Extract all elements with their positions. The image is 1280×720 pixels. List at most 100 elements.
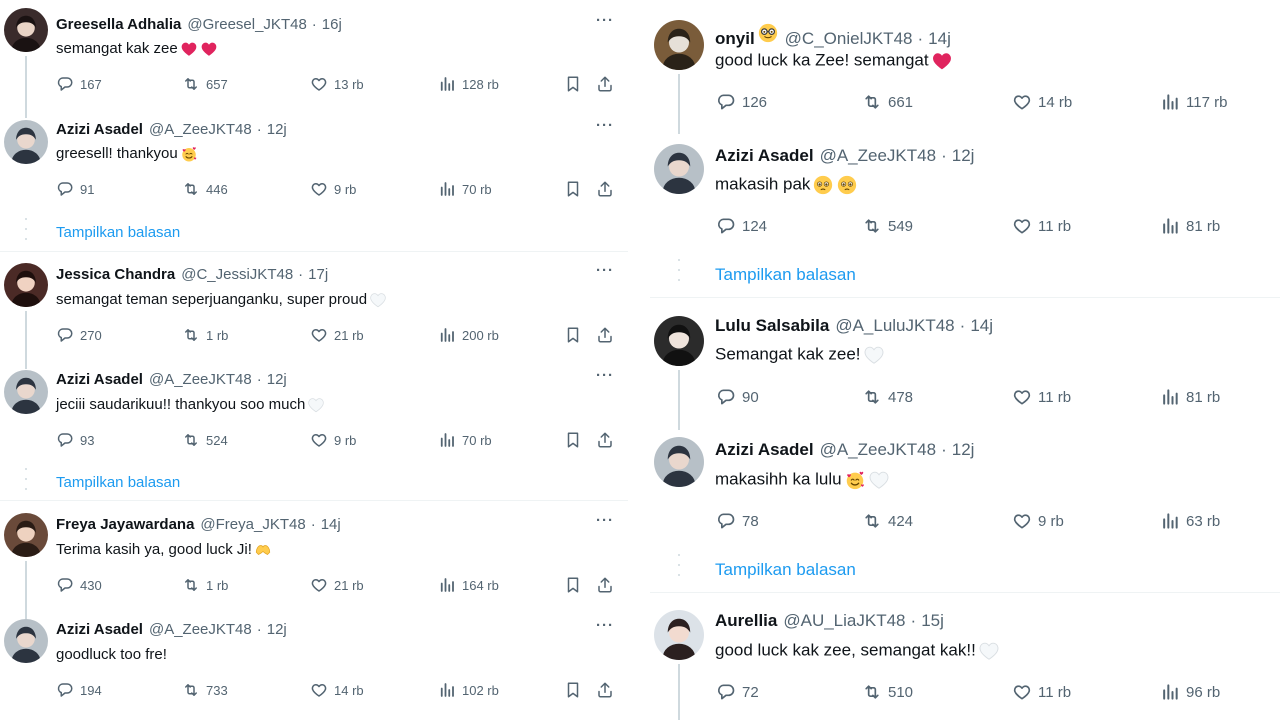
avatar[interactable] xyxy=(4,263,48,307)
retweet-button[interactable]: 661 xyxy=(862,92,913,112)
more-icon[interactable]: ··· xyxy=(596,367,614,384)
tweet[interactable]: onyil @C_OnielJKT48 · 14j good luck ka Zee! … xyxy=(650,0,1280,134)
views-button[interactable]: 128 rb xyxy=(438,75,499,93)
like-button[interactable]: 13 rb xyxy=(310,75,364,93)
timestamp[interactable]: 17j xyxy=(308,266,328,283)
like-button[interactable]: 14 rb xyxy=(310,681,364,699)
like-button[interactable]: 21 rb xyxy=(310,326,364,344)
bookmark-button[interactable] xyxy=(564,681,582,699)
like-button[interactable]: 21 rb xyxy=(310,576,364,594)
timestamp[interactable]: 12j xyxy=(952,146,975,166)
views-button[interactable]: 63 rb xyxy=(1160,511,1220,531)
handle[interactable]: @A_ZeeJKT48 xyxy=(149,371,252,388)
avatar[interactable] xyxy=(654,144,704,194)
bookmark-button[interactable] xyxy=(564,576,582,594)
display-name[interactable]: Jessica Chandra xyxy=(56,266,175,283)
share-button[interactable] xyxy=(596,431,614,449)
timestamp[interactable]: 16j xyxy=(322,16,342,33)
share-button[interactable] xyxy=(596,75,614,93)
views-button[interactable]: 164 rb xyxy=(438,576,499,594)
retweet-button[interactable]: 1 rb xyxy=(182,326,228,344)
reply-button[interactable]: 124 xyxy=(716,216,767,236)
tweet[interactable]: Aurellia @AU_LiaJKT48 · 15j good luck kak ze… xyxy=(650,590,1280,720)
timestamp[interactable]: 12j xyxy=(267,621,287,638)
more-icon[interactable]: ··· xyxy=(596,512,614,529)
timestamp[interactable]: 14j xyxy=(928,29,951,49)
views-button[interactable]: 102 rb xyxy=(438,681,499,699)
views-button[interactable]: 70 rb xyxy=(438,431,492,449)
share-button[interactable] xyxy=(596,326,614,344)
tweet[interactable]: Greesella Adhalia @Greesel_JKT48 · 16j ··· se… xyxy=(0,0,628,118)
reply-button[interactable]: 72 xyxy=(716,682,759,702)
show-replies-link[interactable]: Tampilkan balasan xyxy=(715,265,856,285)
handle[interactable]: @A_ZeeJKT48 xyxy=(149,121,252,138)
views-button[interactable]: 70 rb xyxy=(438,180,492,198)
retweet-button[interactable]: 478 xyxy=(862,387,913,407)
handle[interactable]: @C_OnielJKT48 xyxy=(785,29,913,49)
avatar[interactable] xyxy=(654,316,704,366)
like-button[interactable]: 9 rb xyxy=(310,180,356,198)
like-button[interactable]: 9 rb xyxy=(1012,511,1064,531)
like-button[interactable]: 14 rb xyxy=(1012,92,1072,112)
retweet-button[interactable]: 657 xyxy=(182,75,228,93)
handle[interactable]: @A_LuluJKT48 xyxy=(835,316,954,336)
like-button[interactable]: 11 rb xyxy=(1012,387,1071,407)
display-name[interactable]: Azizi Asadel xyxy=(56,621,143,638)
display-name[interactable]: Freya Jayawardana xyxy=(56,516,194,533)
display-name[interactable]: Aurellia xyxy=(715,611,777,631)
reply-button[interactable]: 91 xyxy=(56,180,94,198)
reply-button[interactable]: 167 xyxy=(56,75,102,93)
handle[interactable]: @C_JessiJKT48 xyxy=(181,266,293,283)
display-name[interactable]: Azizi Asadel xyxy=(715,440,814,460)
avatar[interactable] xyxy=(4,619,48,663)
timestamp[interactable]: 14j xyxy=(321,516,341,533)
reply-button[interactable]: 93 xyxy=(56,431,94,449)
bookmark-button[interactable] xyxy=(564,180,582,198)
bookmark-button[interactable] xyxy=(564,431,582,449)
timestamp[interactable]: 15j xyxy=(921,611,944,631)
tweet[interactable]: Azizi Asadel @A_ZeeJKT48 · 12j makasih pak 12… xyxy=(650,130,1280,250)
reply-button[interactable]: 194 xyxy=(56,681,102,699)
display-name[interactable]: Azizi Asadel xyxy=(56,371,143,388)
avatar[interactable] xyxy=(654,20,704,70)
views-button[interactable]: 117 rb xyxy=(1160,92,1227,112)
handle[interactable]: @A_ZeeJKT48 xyxy=(820,146,936,166)
reply-button[interactable]: 430 xyxy=(56,576,102,594)
display-name[interactable]: Lulu Salsabila xyxy=(715,316,829,336)
views-button[interactable]: 81 rb xyxy=(1160,387,1220,407)
share-button[interactable] xyxy=(596,180,614,198)
more-icon[interactable]: ··· xyxy=(596,12,614,29)
handle[interactable]: @AU_LiaJKT48 xyxy=(783,611,905,631)
more-icon[interactable]: ··· xyxy=(596,617,614,634)
bookmark-button[interactable] xyxy=(564,75,582,93)
timestamp[interactable]: 14j xyxy=(970,316,993,336)
avatar[interactable] xyxy=(654,610,704,660)
share-button[interactable] xyxy=(596,681,614,699)
retweet-button[interactable]: 733 xyxy=(182,681,228,699)
more-icon[interactable]: ··· xyxy=(596,262,614,279)
avatar[interactable] xyxy=(654,437,704,487)
reply-button[interactable]: 90 xyxy=(716,387,759,407)
more-icon[interactable]: ··· xyxy=(596,117,614,134)
timestamp[interactable]: 12j xyxy=(267,121,287,138)
display-name[interactable]: onyil xyxy=(715,29,755,49)
views-button[interactable]: 81 rb xyxy=(1160,216,1220,236)
tweet[interactable]: Azizi Asadel @A_ZeeJKT48 · 12j makasihh ka l… xyxy=(650,425,1280,545)
like-button[interactable]: 9 rb xyxy=(310,431,356,449)
tweet[interactable]: Azizi Asadel @A_ZeeJKT48 · 12j ··· jeciii sau… xyxy=(0,365,628,475)
like-button[interactable]: 11 rb xyxy=(1012,682,1071,702)
retweet-button[interactable]: 446 xyxy=(182,180,228,198)
reply-button[interactable]: 126 xyxy=(716,92,767,112)
tweet[interactable]: Azizi Asadel @A_ZeeJKT48 · 12j ··· greesell! … xyxy=(0,115,628,225)
handle[interactable]: @Freya_JKT48 xyxy=(200,516,305,533)
avatar[interactable] xyxy=(4,370,48,414)
views-button[interactable]: 96 rb xyxy=(1160,682,1220,702)
retweet-button[interactable]: 1 rb xyxy=(182,576,228,594)
tweet[interactable]: Azizi Asadel @A_ZeeJKT48 · 12j ··· goodluck t… xyxy=(0,615,628,720)
tweet[interactable]: Freya Jayawardana @Freya_JKT48 · 14j ··· Teri… xyxy=(0,510,628,620)
display-name[interactable]: Greesella Adhalia xyxy=(56,16,181,33)
avatar[interactable] xyxy=(4,8,48,52)
retweet-button[interactable]: 524 xyxy=(182,431,228,449)
bookmark-button[interactable] xyxy=(564,326,582,344)
reply-button[interactable]: 78 xyxy=(716,511,759,531)
